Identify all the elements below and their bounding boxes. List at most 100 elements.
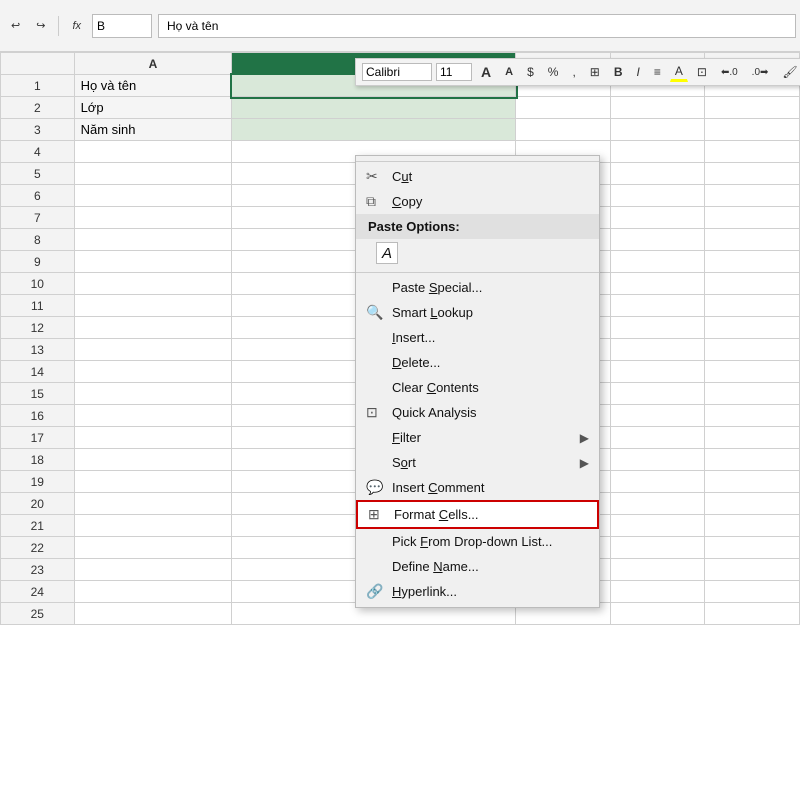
cell-d-21[interactable] [610,515,705,537]
italic-button[interactable]: I [632,63,645,81]
grow-font-button[interactable]: A [476,62,496,82]
menu-item-quick-analysis[interactable]: ⊡Quick Analysis [356,400,599,425]
cell-e-24[interactable] [705,581,800,603]
menu-item-clear-contents[interactable]: Clear Contents [356,375,599,400]
cell-b-2[interactable] [232,97,516,119]
cell-a-12[interactable] [74,317,232,339]
cell-e-9[interactable] [705,251,800,273]
menu-item-format-cells[interactable]: ⊞Format Cells... [356,500,599,529]
dec-decimal-button[interactable]: .0➡ [747,65,774,80]
cell-e-23[interactable] [705,559,800,581]
undo-button[interactable]: ↩ [4,14,27,37]
cell-b-3[interactable] [232,119,516,141]
cell-d-14[interactable] [610,361,705,383]
cell-a-20[interactable] [74,493,232,515]
comma-button[interactable]: , [567,63,580,81]
cell-d-11[interactable] [610,295,705,317]
border-button[interactable]: ⊡ [692,63,712,81]
name-box[interactable] [92,14,152,38]
menu-item-pick-dropdown[interactable]: Pick From Drop-down List... [356,529,599,554]
cell-e-25[interactable] [705,603,800,625]
cell-d-15[interactable] [610,383,705,405]
font-name-input[interactable] [362,63,432,81]
menu-item-delete[interactable]: Delete... [356,350,599,375]
cell-d-8[interactable] [610,229,705,251]
menu-item-copy[interactable]: ⧉Copy [356,189,599,214]
cell-a-22[interactable] [74,537,232,559]
cell-c-2[interactable] [516,97,611,119]
cell-a-23[interactable] [74,559,232,581]
cell-d-9[interactable] [610,251,705,273]
cell-d-5[interactable] [610,163,705,185]
cell-e-18[interactable] [705,449,800,471]
cell-d-18[interactable] [610,449,705,471]
cell-e-22[interactable] [705,537,800,559]
cell-a-10[interactable] [74,273,232,295]
cell-a-19[interactable] [74,471,232,493]
cell-d-22[interactable] [610,537,705,559]
cell-a-15[interactable] [74,383,232,405]
inc-decimal-button[interactable]: ⬅.0 [716,65,743,80]
cell-d-4[interactable] [610,141,705,163]
cell-a-1[interactable]: Họ và tên [74,75,232,97]
highlight-color-button[interactable]: A [670,62,688,82]
cell-e-19[interactable] [705,471,800,493]
cell-a-13[interactable] [74,339,232,361]
cell-e-7[interactable] [705,207,800,229]
cell-e-6[interactable] [705,185,800,207]
cell-c-3[interactable] [516,119,611,141]
cell-e-20[interactable] [705,493,800,515]
cell-d-2[interactable] [610,97,705,119]
cell-e-4[interactable] [705,141,800,163]
cell-d-7[interactable] [610,207,705,229]
format-painter-button[interactable]: 🖌 [777,63,800,81]
cell-e-2[interactable] [705,97,800,119]
table-button[interactable]: ⊞ [585,63,605,81]
cell-a-8[interactable] [74,229,232,251]
cell-d-12[interactable] [610,317,705,339]
cell-a-14[interactable] [74,361,232,383]
cell-d-13[interactable] [610,339,705,361]
cell-e-8[interactable] [705,229,800,251]
menu-item-sort[interactable]: Sort▶ [356,450,599,475]
cell-e-11[interactable] [705,295,800,317]
cell-a-16[interactable] [74,405,232,427]
cell-d-19[interactable] [610,471,705,493]
cell-e-17[interactable] [705,427,800,449]
cell-a-17[interactable] [74,427,232,449]
cell-d-6[interactable] [610,185,705,207]
cell-e-3[interactable] [705,119,800,141]
cell-e-5[interactable] [705,163,800,185]
cell-a-9[interactable] [74,251,232,273]
font-size-input[interactable] [436,63,472,81]
cell-d-10[interactable] [610,273,705,295]
cell-d-17[interactable] [610,427,705,449]
cell-a-4[interactable] [74,141,232,163]
cell-a-2[interactable]: Lớp [74,97,232,119]
cell-d-20[interactable] [610,493,705,515]
cell-a-24[interactable] [74,581,232,603]
menu-item-insert-comment[interactable]: 💬Insert Comment [356,475,599,500]
cell-a-7[interactable] [74,207,232,229]
menu-item-insert[interactable]: Insert... [356,325,599,350]
cell-a-25[interactable] [74,603,232,625]
cell-d-16[interactable] [610,405,705,427]
cell-a-6[interactable] [74,185,232,207]
cell-e-21[interactable] [705,515,800,537]
cell-a-11[interactable] [74,295,232,317]
cell-e-14[interactable] [705,361,800,383]
cell-d-23[interactable] [610,559,705,581]
menu-item-define-name[interactable]: Define Name... [356,554,599,579]
percent-button[interactable]: % [543,63,564,81]
paste-icon-item[interactable]: A [356,239,599,270]
menu-item-smart-lookup[interactable]: 🔍Smart Lookup [356,300,599,325]
formula-icon[interactable]: fx [65,15,88,37]
redo-button[interactable]: ↪ [29,14,52,37]
shrink-font-button[interactable]: A [500,64,518,80]
dollar-button[interactable]: $ [522,63,539,81]
cell-e-13[interactable] [705,339,800,361]
menu-item-filter[interactable]: Filter▶ [356,425,599,450]
cell-e-16[interactable] [705,405,800,427]
menu-item-cut[interactable]: ✂Cut [356,164,599,189]
col-header-a[interactable]: A [74,53,232,75]
